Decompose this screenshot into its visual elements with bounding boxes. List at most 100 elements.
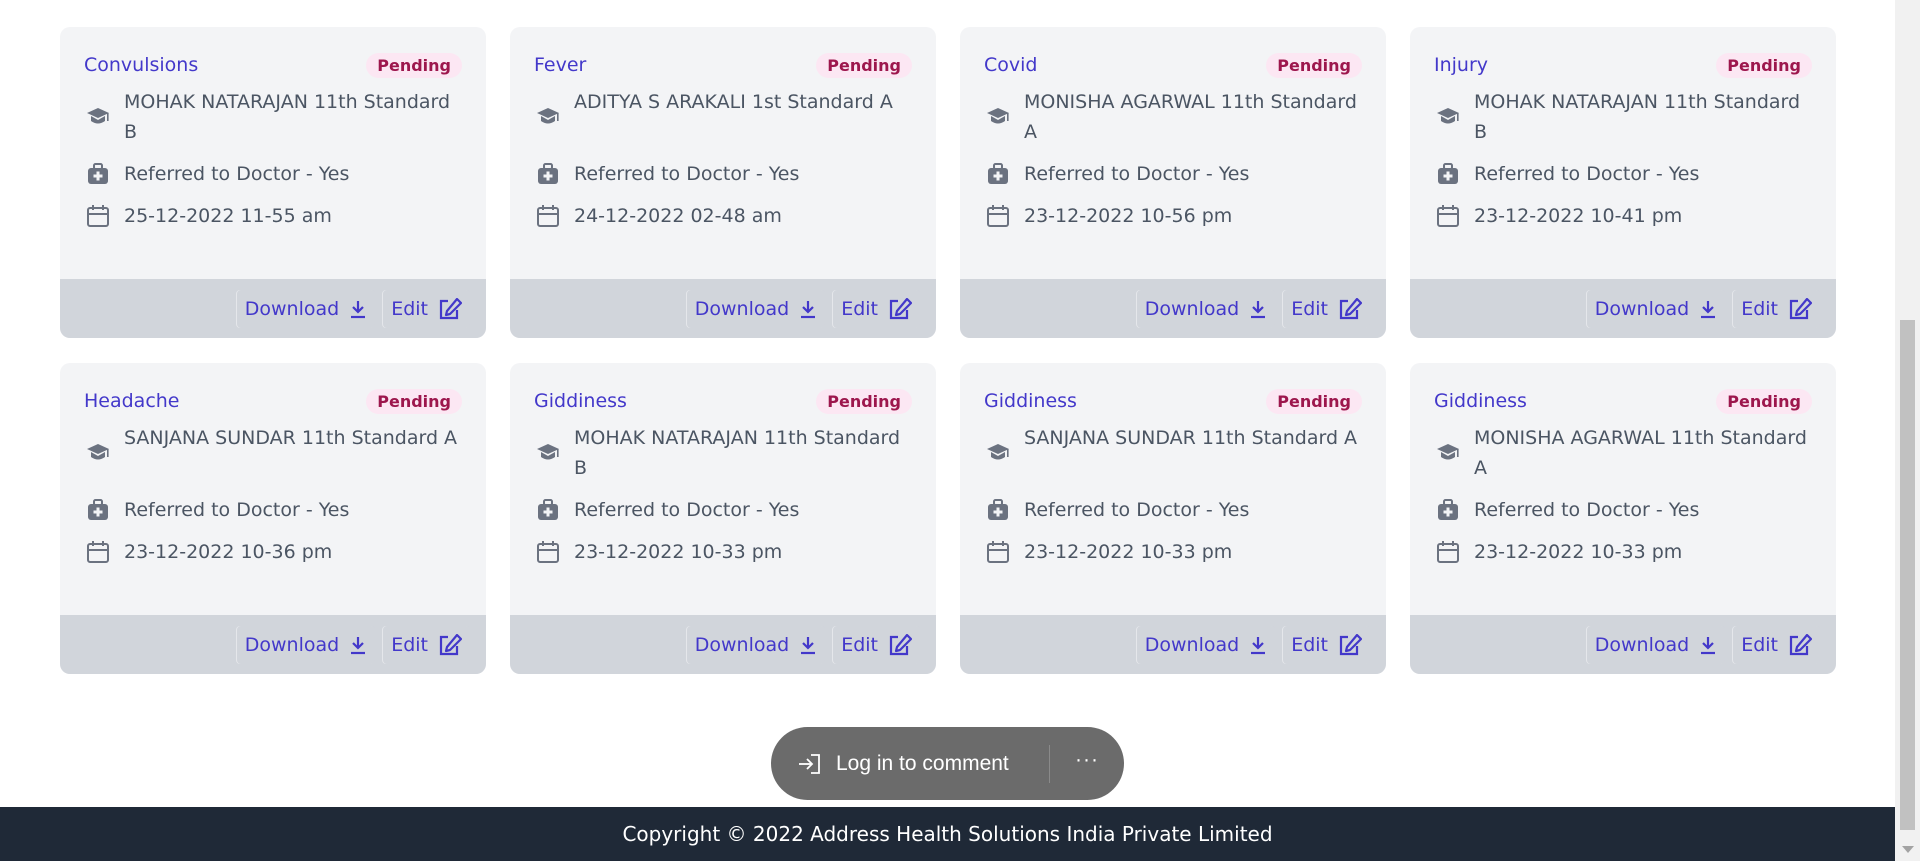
- edit-button[interactable]: Edit: [1733, 625, 1820, 664]
- incident-title: Convulsions: [84, 54, 199, 76]
- copyright-text: Copyright © 2022 Address Health Solution…: [622, 822, 1273, 846]
- calendar-icon: [984, 201, 1012, 231]
- scroll-down-arrow-icon[interactable]: [1902, 846, 1914, 853]
- edit-button[interactable]: Edit: [1733, 289, 1820, 328]
- card-header: Giddiness Pending: [534, 385, 912, 417]
- edit-label: Edit: [1291, 633, 1328, 656]
- card-header: Giddiness Pending: [1434, 385, 1812, 417]
- incident-title: Giddiness: [1434, 390, 1527, 412]
- student-text: MOHAK NATARAJAN 11th Standard B: [574, 427, 901, 479]
- scrollbar-thumb[interactable]: [1900, 320, 1915, 830]
- referred-row: Referred to Doctor - Yes: [84, 495, 462, 525]
- more-options-button[interactable]: ···: [1050, 748, 1124, 772]
- referred-row: Referred to Doctor - Yes: [84, 159, 462, 189]
- date-text: 23-12-2022 10-56 pm: [1024, 205, 1233, 227]
- download-label: Download: [1594, 633, 1690, 656]
- vertical-scrollbar[interactable]: [1895, 0, 1920, 861]
- date-row: 23-12-2022 10-33 pm: [984, 537, 1362, 567]
- status-badge: Pending: [366, 52, 462, 78]
- download-label: Download: [694, 297, 790, 320]
- comment-toast: Log in to comment ···: [771, 727, 1124, 800]
- edit-button[interactable]: Edit: [1283, 289, 1370, 328]
- status-badge: Pending: [366, 388, 462, 414]
- calendar-icon: [534, 537, 562, 567]
- medical-kit-icon: [1434, 495, 1462, 525]
- medical-kit-icon: [84, 495, 112, 525]
- status-badge: Pending: [1266, 52, 1362, 78]
- card-header: Convulsions Pending: [84, 49, 462, 81]
- card-header: Headache Pending: [84, 385, 462, 417]
- date-text: 25-12-2022 11-55 am: [124, 205, 332, 227]
- referred-text: Referred to Doctor - Yes: [124, 499, 350, 521]
- download-button[interactable]: Download: [1586, 625, 1726, 664]
- download-button[interactable]: Download: [236, 289, 376, 328]
- card-body: Convulsions Pending MOHAK NATARAJAN 11th…: [60, 27, 486, 279]
- student-text: MONISHA AGARWAL 11th Standard A: [1024, 91, 1357, 143]
- card-actions: Download Edit: [60, 279, 486, 338]
- graduation-cap-icon: [84, 423, 112, 483]
- card-actions: Download Edit: [510, 615, 936, 674]
- date-text: 23-12-2022 10-33 pm: [574, 541, 783, 563]
- date-text: 23-12-2022 10-41 pm: [1474, 205, 1683, 227]
- download-button[interactable]: Download: [686, 625, 826, 664]
- download-button[interactable]: Download: [1136, 289, 1276, 328]
- status-badge: Pending: [816, 52, 912, 78]
- card-actions: Download Edit: [960, 615, 1386, 674]
- download-button[interactable]: Download: [686, 289, 826, 328]
- student-text: SANJANA SUNDAR 11th Standard A: [1024, 427, 1358, 449]
- date-row: 23-12-2022 10-36 pm: [84, 537, 462, 567]
- incident-card: Giddiness Pending SANJANA SUNDAR 11th St…: [960, 363, 1386, 674]
- download-icon: [351, 636, 366, 654]
- incident-card: Headache Pending SANJANA SUNDAR 11th Sta…: [60, 363, 486, 674]
- download-label: Download: [694, 633, 790, 656]
- edit-button[interactable]: Edit: [383, 289, 470, 328]
- graduation-cap-icon: [984, 87, 1012, 147]
- edit-button[interactable]: Edit: [383, 625, 470, 664]
- medical-kit-icon: [534, 495, 562, 525]
- download-button[interactable]: Download: [236, 625, 376, 664]
- incident-title: Injury: [1434, 54, 1489, 76]
- card-body: Covid Pending MONISHA AGARWAL 11th Stand…: [960, 27, 1386, 279]
- download-icon: [801, 636, 816, 654]
- download-label: Download: [1144, 633, 1240, 656]
- medical-kit-icon: [984, 495, 1012, 525]
- student-row: SANJANA SUNDAR 11th Standard A: [984, 423, 1362, 483]
- graduation-cap-icon: [534, 87, 562, 147]
- student-text: MOHAK NATARAJAN 11th Standard B: [124, 91, 451, 143]
- download-button[interactable]: Download: [1586, 289, 1726, 328]
- incident-card: Giddiness Pending MONISHA AGARWAL 11th S…: [1410, 363, 1836, 674]
- edit-icon: [1339, 633, 1362, 655]
- card-body: Giddiness Pending SANJANA SUNDAR 11th St…: [960, 363, 1386, 615]
- edit-label: Edit: [1741, 297, 1778, 320]
- download-icon: [1701, 300, 1716, 318]
- medical-kit-icon: [534, 159, 562, 189]
- download-label: Download: [244, 633, 340, 656]
- card-header: Injury Pending: [1434, 49, 1812, 81]
- download-icon: [1251, 300, 1266, 318]
- card-body: Giddiness Pending MONISHA AGARWAL 11th S…: [1410, 363, 1836, 615]
- card-actions: Download Edit: [60, 615, 486, 674]
- download-label: Download: [1594, 297, 1690, 320]
- login-to-comment-button[interactable]: Log in to comment: [771, 752, 1049, 776]
- card-actions: Download Edit: [1410, 615, 1836, 674]
- student-row: ADITYA S ARAKALI 1st Standard A: [534, 87, 912, 147]
- edit-button[interactable]: Edit: [1283, 625, 1370, 664]
- card-actions: Download Edit: [960, 279, 1386, 338]
- status-badge: Pending: [1716, 388, 1812, 414]
- status-badge: Pending: [1716, 52, 1812, 78]
- download-label: Download: [244, 297, 340, 320]
- student-row: MONISHA AGARWAL 11th Standard A: [1434, 423, 1812, 483]
- graduation-cap-icon: [1434, 87, 1462, 147]
- calendar-icon: [84, 537, 112, 567]
- incident-card: Injury Pending MOHAK NATARAJAN 11th Stan…: [1410, 27, 1836, 338]
- login-icon: [799, 753, 820, 774]
- referred-text: Referred to Doctor - Yes: [1024, 163, 1250, 185]
- edit-button[interactable]: Edit: [833, 289, 920, 328]
- incident-title: Covid: [984, 54, 1038, 76]
- incident-title: Giddiness: [984, 390, 1077, 412]
- incident-card: Giddiness Pending MOHAK NATARAJAN 11th S…: [510, 363, 936, 674]
- date-text: 24-12-2022 02-48 am: [574, 205, 782, 227]
- calendar-icon: [984, 537, 1012, 567]
- edit-button[interactable]: Edit: [833, 625, 920, 664]
- download-button[interactable]: Download: [1136, 625, 1276, 664]
